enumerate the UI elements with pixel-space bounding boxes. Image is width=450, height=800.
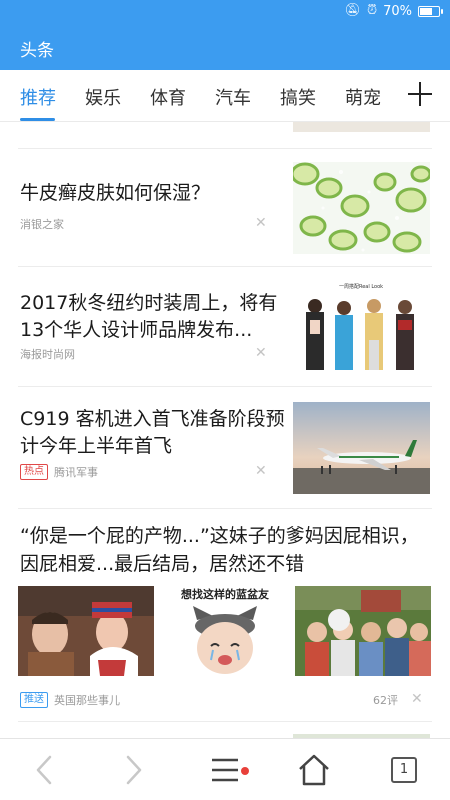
battery-icon — [418, 5, 443, 17]
article-title[interactable]: “你是一个屁的产物...”这妹子的爹妈因屁相识，因屁相爱...最后结局，居然还不… — [20, 522, 430, 578]
tab-pets[interactable]: 萌宠 — [345, 84, 381, 110]
news-feed[interactable]: 牛皮癣皮肤如何保湿？ 消银之家 ✕ 2017秋冬纽约时装周上，将有13个华人设计… — [0, 122, 450, 738]
divider — [18, 508, 432, 509]
comment-count: 62评 — [373, 694, 398, 707]
divider — [18, 721, 432, 722]
list-item[interactable]: 2017秋冬纽约时装周上，将有13个华人设计师品牌发布... 海报时尚网 ✕ 一… — [0, 266, 450, 386]
meme-caption: 想找这样的蓝盆友 — [180, 587, 269, 601]
article-title[interactable]: 牛皮癣皮肤如何保湿？ — [20, 180, 285, 207]
article-title[interactable]: 2017秋冬纽约时装周上，将有13个华人设计师品牌发布... — [20, 290, 285, 344]
home-icon[interactable] — [297, 753, 331, 787]
hot-badge: 热点 — [20, 464, 48, 480]
dismiss-icon[interactable]: ✕ — [411, 692, 423, 706]
promo-badge: 推送 — [20, 692, 48, 708]
dismiss-icon[interactable]: ✕ — [255, 216, 267, 230]
article-source: 腾讯军事 — [54, 466, 98, 479]
status-bar: 🔕︎ ⏰︎ 70% — [0, 0, 450, 24]
plus-icon[interactable] — [406, 80, 434, 108]
list-item[interactable]: 牛皮癣皮肤如何保湿？ 消银之家 ✕ — [0, 148, 450, 266]
article-meta: 海报时尚网 — [20, 346, 75, 362]
article-meta: 推送 英国那些事儿 — [20, 692, 120, 708]
dismiss-icon[interactable]: ✕ — [255, 464, 267, 478]
fashion-models-image[interactable]: 一周搭配Real Look — [293, 280, 430, 372]
app-header: 头条 — [0, 24, 450, 70]
bottom-navigation: 1 — [0, 738, 450, 800]
menu-icon[interactable] — [210, 753, 242, 787]
tab-entertainment[interactable]: 娱乐 — [85, 84, 121, 110]
alarm-icon: ⏰︎ — [366, 3, 378, 18]
previous-thumbnail — [293, 122, 430, 132]
article-title[interactable]: C919 客机进入首飞准备阶段预计今年上半年首飞 — [20, 406, 285, 460]
battery-percent: 70% — [383, 3, 412, 19]
notification-dot — [241, 767, 249, 775]
thumbnail-caption: 一周搭配Real Look — [339, 283, 383, 290]
chevron-right-icon[interactable] — [122, 753, 146, 787]
article-meta: 消银之家 — [20, 216, 64, 232]
cucumber-slices-image[interactable] — [293, 162, 430, 254]
airplane-image[interactable] — [293, 402, 430, 494]
tab-funny[interactable]: 搞笑 — [280, 84, 316, 110]
article-source: 海报时尚网 — [20, 348, 75, 361]
tab-cars[interactable]: 汽车 — [215, 84, 251, 110]
chevron-left-icon[interactable] — [32, 753, 56, 787]
category-tabs: 推荐 娱乐 体育 汽车 搞笑 萌宠 — [0, 70, 450, 122]
status-icons: 🔕︎ ⏰︎ 70% — [344, 3, 443, 19]
tab-sports[interactable]: 体育 — [150, 84, 186, 110]
tab-count-button[interactable]: 1 — [391, 757, 417, 783]
dismiss-icon[interactable]: ✕ — [255, 346, 267, 360]
mute-bell-icon: 🔕︎ — [344, 3, 361, 18]
active-tab-indicator — [20, 118, 55, 121]
battery-fill — [420, 7, 432, 15]
page-title: 头条 — [20, 41, 54, 61]
tab-recommend[interactable]: 推荐 — [20, 84, 56, 110]
family-photo-image[interactable] — [295, 586, 431, 676]
article-source: 英国那些事儿 — [54, 694, 120, 707]
article-meta: 热点 腾讯军事 — [20, 464, 98, 480]
article-source: 消银之家 — [20, 218, 64, 231]
list-item[interactable]: C919 客机进入首飞准备阶段预计今年上半年首飞 热点 腾讯军事 ✕ — [0, 386, 450, 508]
couple-photo-image[interactable] — [18, 586, 154, 676]
cat-meme-image[interactable]: 想找这样的蓝盆友 — [157, 586, 293, 676]
